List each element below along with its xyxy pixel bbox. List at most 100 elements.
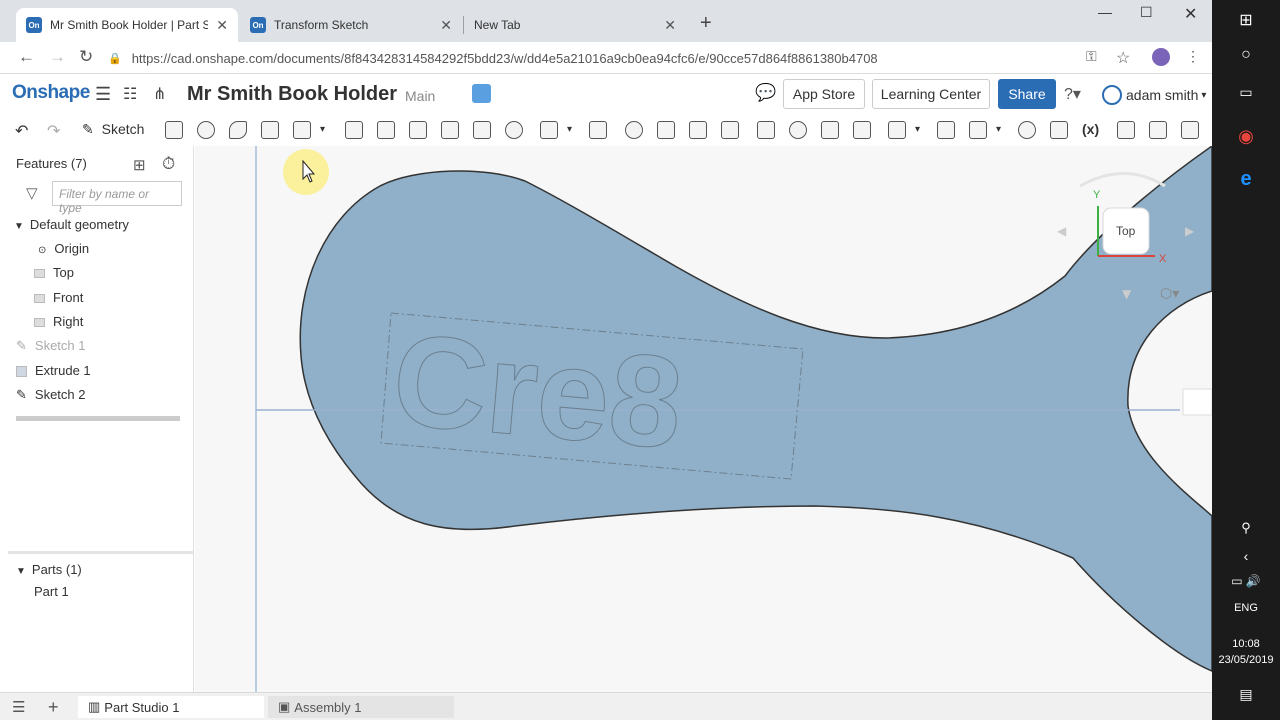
bookmark-star-icon[interactable]: ☆ (1116, 48, 1130, 68)
delete-face-icon[interactable] (789, 121, 807, 139)
rib-icon[interactable] (441, 121, 459, 139)
filter-input[interactable]: Filter by name or type (52, 181, 182, 215)
tab-assembly-1[interactable]: ▣ Assembly 1 (268, 696, 454, 718)
learning-center-button[interactable]: Learning Center (872, 79, 990, 109)
part-item[interactable]: Part 1 (34, 584, 69, 599)
feature-sketch-1[interactable]: ✎ Sketch 1 (16, 338, 86, 354)
default-geometry-group[interactable]: ▼ Default geometry (14, 217, 129, 232)
cortana-search-icon[interactable]: ○ (1212, 46, 1280, 64)
split-icon[interactable] (657, 121, 675, 139)
redo-icon[interactable]: ↷ (47, 121, 60, 141)
mirror-icon[interactable] (589, 121, 607, 139)
branch-label[interactable]: Main (405, 88, 435, 104)
undo-icon[interactable]: ↶ (15, 121, 28, 141)
move-face-icon[interactable] (821, 121, 839, 139)
view-options-icon[interactable]: ⬡▾ (1160, 286, 1179, 302)
loft-icon[interactable] (261, 121, 279, 139)
browser-tab-new-tab[interactable]: New Tab ✕ (464, 8, 686, 42)
clock-time[interactable]: 10:08 (1212, 638, 1280, 650)
feature-origin[interactable]: ⊙ Origin (38, 241, 89, 256)
minimize-icon[interactable]: — (1098, 4, 1112, 20)
chamfer-icon[interactable] (377, 121, 395, 139)
tab-manager-icon[interactable]: ☰ (12, 696, 25, 718)
back-icon[interactable]: ← (18, 47, 35, 67)
app-store-button[interactable]: App Store (783, 79, 865, 109)
chevron-down-icon[interactable]: ▾ (320, 124, 325, 135)
panel-divider[interactable] (8, 551, 194, 554)
comments-icon[interactable]: 💬 (755, 83, 776, 103)
notifications-icon[interactable]: ▤ (1212, 686, 1280, 703)
offset-surface-icon[interactable] (888, 121, 906, 139)
chevron-down-icon[interactable]: ▾ (567, 124, 572, 135)
rotate-view-arrow-icon[interactable] (1079, 172, 1166, 188)
clock-date[interactable]: 23/05/2019 (1212, 654, 1280, 666)
profile-avatar[interactable] (1152, 48, 1170, 66)
maximize-icon[interactable]: ☐ (1140, 4, 1153, 21)
more-tools-icon[interactable] (1181, 121, 1199, 139)
helix-icon[interactable] (1018, 121, 1036, 139)
shell-icon[interactable] (473, 121, 491, 139)
extrude-icon[interactable] (165, 121, 183, 139)
tab-part-studio-1[interactable]: ▥ Part Studio 1 (78, 696, 264, 718)
windows-start-icon[interactable]: ⊞ (1212, 10, 1280, 30)
arrow-down-icon[interactable]: ▼ (1122, 287, 1132, 301)
document-title[interactable]: Mr Smith Book Holder (187, 83, 397, 106)
fillet-icon[interactable] (345, 121, 363, 139)
help-icon[interactable]: ?▾ (1064, 84, 1081, 104)
key-icon[interactable]: ⚿ (1086, 48, 1097, 65)
volume-battery-icons[interactable]: ▭ 🔊 (1212, 574, 1280, 588)
close-tab-icon[interactable]: ✕ (216, 17, 228, 34)
version-history-icon[interactable] (472, 84, 491, 103)
transform-icon[interactable] (689, 121, 707, 139)
frame-icon[interactable] (1117, 121, 1135, 139)
hamburger-menu-icon[interactable]: ☰ (95, 84, 111, 105)
people-icon[interactable]: ⚲ (1212, 520, 1280, 536)
feature-right-plane[interactable]: Right (34, 314, 83, 329)
menu-dots-icon[interactable]: ⋮ (1186, 48, 1200, 65)
share-button[interactable]: Share (998, 79, 1056, 109)
close-window-icon[interactable]: ✕ (1184, 4, 1197, 24)
insert-icon[interactable]: ⋔ (153, 84, 166, 104)
rollback-timer-icon[interactable]: ⏱ (162, 154, 175, 174)
url-bar[interactable]: 🔒 https://cad.onshape.com/documents/8f84… (108, 45, 1208, 71)
user-menu[interactable]: adam smith ▾ (1102, 85, 1206, 105)
new-tab-icon[interactable]: + (700, 12, 712, 35)
close-tab-icon[interactable]: ✕ (664, 17, 676, 34)
chevron-down-icon[interactable]: ▾ (996, 124, 1001, 135)
sweep-icon[interactable] (229, 121, 247, 139)
reload-icon[interactable]: ↻ (79, 47, 93, 67)
task-view-icon[interactable]: ▭ (1212, 84, 1280, 101)
chrome-icon[interactable]: ◉ (1212, 126, 1280, 147)
close-tab-icon[interactable]: ✕ (440, 17, 452, 34)
sketch-button[interactable]: ✎ Sketch (82, 121, 144, 138)
delete-part-icon[interactable] (721, 121, 739, 139)
feature-top-plane[interactable]: Top (34, 265, 74, 280)
draft-icon[interactable] (409, 121, 427, 139)
parts-group[interactable]: ▼ Parts (1) (16, 562, 82, 577)
modify-fillet-icon[interactable] (757, 121, 775, 139)
arrow-right-icon[interactable]: ▶ (1185, 224, 1195, 238)
pattern-icon[interactable] (540, 121, 558, 139)
feature-extrude-1[interactable]: Extrude 1 (16, 363, 91, 378)
variable-icon[interactable]: (x) (1082, 121, 1099, 137)
feature-sketch-2[interactable]: ✎ Sketch 2 (16, 387, 86, 403)
sheet-metal-icon[interactable] (1050, 121, 1068, 139)
show-hidden-icons-icon[interactable]: ‹ (1212, 548, 1280, 564)
edge-icon[interactable]: e (1212, 168, 1280, 191)
bend-icon[interactable] (1149, 121, 1167, 139)
filter-icon[interactable]: ▽ (26, 184, 38, 202)
hole-icon[interactable] (505, 121, 523, 139)
browser-tab-part-studio[interactable]: On Mr Smith Book Holder | Part Stud ✕ (16, 8, 238, 42)
language-indicator[interactable]: ENG (1212, 602, 1280, 614)
plane-icon[interactable] (937, 121, 955, 139)
arrow-left-icon[interactable]: ◀ (1057, 224, 1067, 238)
browser-tab-transform-sketch[interactable]: On Transform Sketch ✕ (240, 8, 462, 42)
forward-icon[interactable]: → (49, 47, 66, 67)
feature-list-scrollbar[interactable] (16, 416, 180, 421)
replace-face-icon[interactable] (853, 121, 871, 139)
chevron-down-icon[interactable]: ▾ (915, 124, 920, 135)
folder-add-icon[interactable]: ⊞ (133, 156, 146, 174)
thicken-icon[interactable] (293, 121, 311, 139)
feature-list-toggle-icon[interactable]: ☷ (123, 84, 137, 104)
mate-connector-icon[interactable] (969, 121, 987, 139)
